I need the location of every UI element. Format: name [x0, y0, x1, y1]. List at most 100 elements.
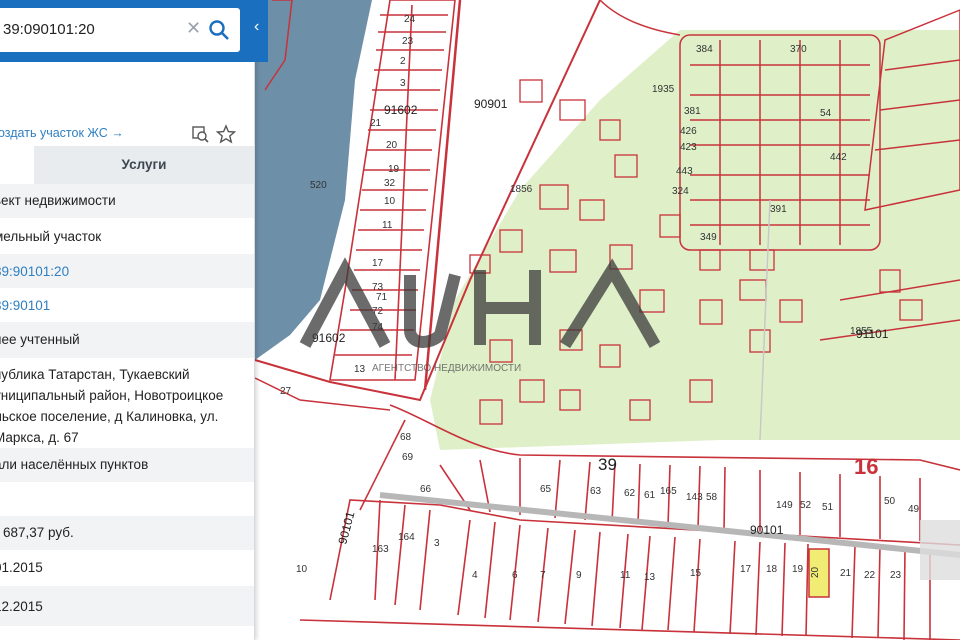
svg-text:19: 19 — [792, 564, 804, 575]
svg-text:63: 63 — [590, 486, 602, 497]
map-block-label: 90901 — [474, 97, 508, 111]
svg-text:68: 68 — [400, 432, 412, 443]
svg-text:10: 10 — [384, 196, 396, 207]
update-date-value: 12.2015 — [0, 599, 43, 614]
tab-bar: Услуги — [0, 146, 254, 184]
cadastral-value: 687,37 руб. — [3, 525, 74, 540]
svg-text:20: 20 — [810, 566, 821, 578]
svg-text:58: 58 — [706, 492, 718, 503]
close-icon[interactable]: ✕ — [186, 18, 201, 39]
svg-text:17: 17 — [372, 258, 384, 269]
svg-text:3: 3 — [400, 78, 406, 89]
cadastral-quarter-link[interactable]: 39:90101 — [0, 298, 50, 313]
svg-text:9: 9 — [576, 570, 582, 581]
svg-text:17: 17 — [740, 564, 752, 575]
info-panel: оздать участок ЖС → Услуги ьект недвижим… — [0, 0, 255, 640]
svg-text:19: 19 — [388, 164, 400, 175]
map-quarter-label: 16 — [854, 454, 878, 479]
svg-text:50: 50 — [884, 496, 896, 507]
search-query[interactable]: 39:090101:20 — [3, 21, 95, 38]
search-icon[interactable] — [208, 19, 230, 41]
svg-text:61: 61 — [644, 490, 656, 501]
land-category-value: али населённых пунктов — [0, 457, 149, 472]
svg-text:163: 163 — [372, 544, 389, 555]
info-row: ьект недвижимости — [0, 184, 254, 218]
svg-text:66: 66 — [420, 484, 432, 495]
svg-text:11: 11 — [382, 220, 393, 231]
info-row — [0, 482, 254, 516]
svg-text:442: 442 — [830, 152, 847, 163]
svg-text:349: 349 — [700, 232, 717, 243]
svg-text:49: 49 — [908, 504, 920, 515]
svg-text:520: 520 — [310, 180, 327, 191]
svg-text:65: 65 — [540, 484, 552, 495]
create-parcel-link[interactable]: оздать участок ЖС → — [0, 126, 124, 140]
svg-text:391: 391 — [770, 204, 787, 215]
svg-text:23: 23 — [402, 36, 414, 47]
map-block-label: 91602 — [384, 103, 418, 117]
svg-text:426: 426 — [680, 126, 697, 137]
svg-text:51: 51 — [822, 502, 834, 513]
svg-text:10: 10 — [296, 564, 308, 575]
svg-text:24: 24 — [404, 14, 416, 25]
search-input[interactable]: 39:090101:20 ✕ — [0, 8, 240, 52]
info-row: 687,37 руб. — [0, 516, 254, 550]
svg-text:13: 13 — [354, 364, 366, 375]
svg-text:21: 21 — [370, 118, 382, 129]
star-icon[interactable] — [216, 124, 236, 144]
svg-text:2: 2 — [400, 56, 406, 67]
svg-text:23: 23 — [890, 570, 902, 581]
svg-text:443: 443 — [676, 166, 693, 177]
tab-info[interactable] — [0, 146, 34, 184]
svg-text:7: 7 — [540, 570, 546, 581]
svg-text:381: 381 — [684, 106, 701, 117]
map-block-label: 90101 — [750, 523, 784, 537]
svg-text:13: 13 — [644, 572, 656, 583]
object-type-value: ьект недвижимости — [0, 193, 116, 208]
info-row: публика Татарстан, Тукаевский униципальн… — [0, 358, 254, 448]
action-row: оздать участок ЖС → — [0, 124, 254, 146]
svg-text:1935: 1935 — [652, 84, 675, 95]
svg-text:71: 71 — [376, 292, 388, 303]
info-row: мельный участок — [0, 218, 254, 254]
info-row: 39:90101:20 — [0, 254, 254, 288]
info-row: 01.2015 — [0, 550, 254, 586]
svg-text:11: 11 — [620, 570, 631, 581]
svg-text:18: 18 — [766, 564, 778, 575]
info-row: нее учтенный — [0, 322, 254, 358]
svg-text:4: 4 — [472, 570, 478, 581]
svg-text:3: 3 — [434, 538, 440, 549]
svg-text:21: 21 — [840, 568, 852, 579]
svg-text:423: 423 — [680, 142, 697, 153]
svg-text:27: 27 — [280, 386, 292, 397]
svg-text:143: 143 — [686, 492, 703, 503]
svg-text:6: 6 — [512, 570, 518, 581]
svg-text:54: 54 — [820, 108, 832, 119]
svg-text:324: 324 — [672, 186, 689, 197]
svg-text:1856: 1856 — [510, 184, 533, 195]
watermark-caption: АГЕНТСТВО НЕДВИЖИМОСТИ — [372, 363, 521, 374]
info-row: 12.2015 — [0, 586, 254, 626]
svg-text:15: 15 — [690, 568, 702, 579]
svg-text:22: 22 — [864, 570, 876, 581]
info-row: 39:90101 — [0, 288, 254, 322]
cadastral-number-link[interactable]: 39:90101:20 — [0, 264, 69, 279]
svg-text:52: 52 — [800, 500, 812, 511]
zoom-to-object-icon[interactable] — [190, 124, 210, 144]
tab-services[interactable]: Услуги — [34, 146, 254, 184]
registration-date-value: 01.2015 — [0, 560, 43, 575]
svg-text:32: 32 — [384, 178, 396, 189]
svg-text:69: 69 — [402, 452, 414, 463]
object-kind-value: мельный участок — [0, 229, 102, 244]
svg-text:149: 149 — [776, 500, 793, 511]
svg-text:164: 164 — [398, 532, 415, 543]
map-block-label: 91101 — [856, 327, 889, 341]
info-row: али населённых пунктов — [0, 448, 254, 482]
svg-text:20: 20 — [386, 140, 398, 151]
corner-badge[interactable] — [920, 520, 960, 580]
search-bar: 39:090101:20 ✕ ‹ — [0, 0, 268, 62]
svg-text:384: 384 — [696, 44, 713, 55]
map-quarter-label: 39 — [598, 455, 617, 474]
chevron-left-icon[interactable]: ‹ — [254, 18, 268, 42]
status-value: нее учтенный — [0, 332, 80, 347]
